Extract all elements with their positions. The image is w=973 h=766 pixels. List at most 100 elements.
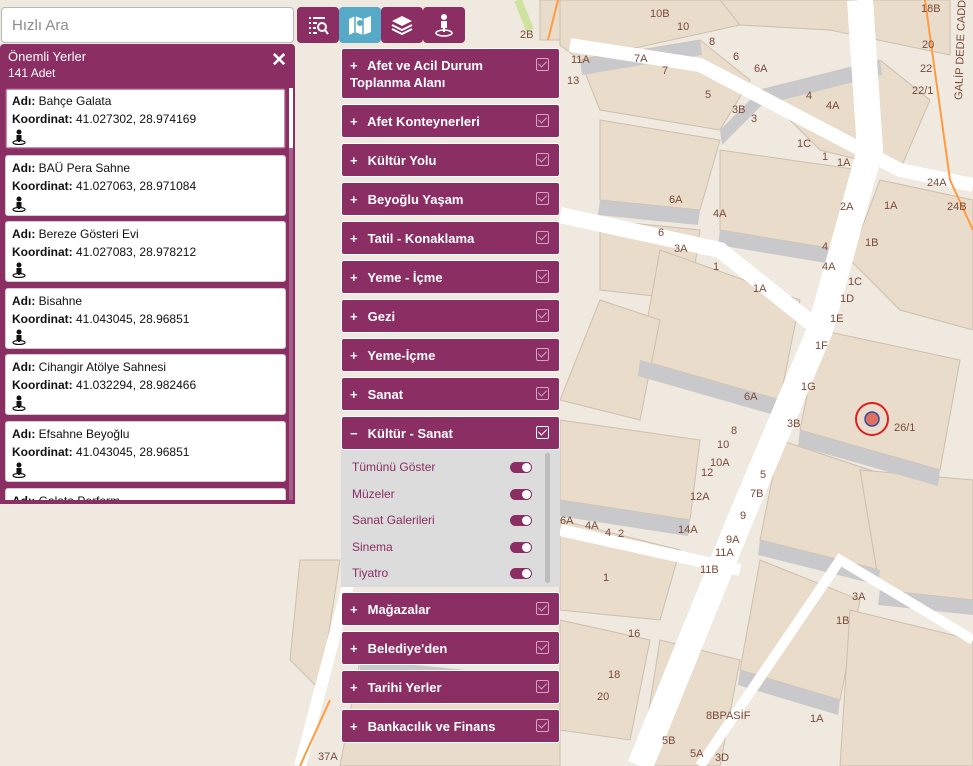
layer-item[interactable]: Tiyatro bbox=[341, 560, 560, 587]
places-count: 141 Adet bbox=[8, 66, 56, 80]
layer-toggle[interactable] bbox=[510, 515, 532, 526]
place-name: BAÜ Pera Sahne bbox=[38, 160, 131, 175]
layer-toggle[interactable] bbox=[510, 488, 532, 500]
show-on-map-icon[interactable] bbox=[12, 462, 26, 479]
layer-checkbox-icon[interactable] bbox=[536, 231, 549, 244]
layer-checkbox-icon[interactable] bbox=[536, 602, 549, 615]
sublist-scrollbar-thumb[interactable] bbox=[545, 453, 550, 583]
layer-checkbox-icon[interactable] bbox=[536, 153, 549, 166]
layer-group[interactable]: + Tarihi Yerler bbox=[341, 670, 560, 704]
place-card[interactable]: Adı: Bisahne Koordinat: 41.043045, 28.968… bbox=[5, 287, 286, 349]
place-coord-row: Koordinat: 41.027063, 28.971084 bbox=[12, 177, 279, 195]
layer-group[interactable]: + Mağazalar bbox=[341, 592, 560, 626]
show-on-map-icon[interactable] bbox=[12, 329, 26, 345]
house-number: 2 bbox=[618, 528, 624, 540]
close-icon[interactable]: ✕ bbox=[271, 51, 287, 70]
layer-toggle[interactable] bbox=[510, 462, 532, 473]
house-number: 9 bbox=[740, 510, 746, 522]
layer-group[interactable]: − Kültür - Sanat bbox=[341, 416, 560, 450]
show-on-map-icon[interactable] bbox=[12, 196, 26, 212]
show-on-map-icon[interactable] bbox=[12, 395, 26, 412]
place-card[interactable]: Adı: Cihangir Atölye Sahnesi Koordinat: 4… bbox=[5, 354, 286, 416]
layer-group[interactable]: + Sanat bbox=[341, 377, 560, 411]
layer-group[interactable]: + Yeme-İçme bbox=[341, 338, 560, 372]
layer-checkbox-icon[interactable] bbox=[536, 114, 549, 127]
place-card[interactable]: Adı: Bereze Gösteri Evi Koordinat: 41.027… bbox=[5, 221, 286, 283]
house-number: 1A bbox=[884, 200, 898, 212]
house-number: 9A bbox=[726, 534, 740, 546]
layers-icon bbox=[391, 16, 413, 36]
place-name-row: Adı: Bereze Gösteri Evi bbox=[12, 225, 279, 243]
layer-checkbox-icon[interactable] bbox=[536, 719, 549, 732]
show-on-map-icon[interactable] bbox=[12, 129, 26, 146]
layer-group-label: Afet Konteynerleri bbox=[367, 114, 480, 129]
place-coord-row: Koordinat: 41.027302, 28.974169 bbox=[12, 110, 279, 128]
house-number: 2A bbox=[840, 201, 854, 213]
house-number: 1C bbox=[797, 138, 811, 150]
layer-checkbox-icon[interactable] bbox=[536, 192, 549, 205]
layer-group[interactable]: + Kültür Yolu bbox=[341, 143, 560, 177]
layer-checkbox-icon[interactable] bbox=[536, 680, 549, 693]
layer-group[interactable]: + Tatil - Konaklama bbox=[341, 221, 560, 255]
expand-icon: + bbox=[350, 231, 358, 246]
place-card[interactable]: Adı: Galata PerformKoordinat: bbox=[5, 487, 286, 500]
place-name: Bereze Gösteri Evi bbox=[38, 227, 139, 242]
places-list[interactable]: Adı: Bahçe Galata Koordinat: 41.027302, 2… bbox=[5, 88, 286, 500]
quick-search-input[interactable] bbox=[1, 7, 294, 43]
place-name-row: Adı: Bisahne bbox=[12, 292, 279, 310]
layer-group[interactable]: + Belediye'den bbox=[341, 631, 560, 665]
layer-checkbox-icon[interactable] bbox=[536, 270, 549, 283]
layer-checkbox-icon[interactable] bbox=[536, 641, 549, 654]
layer-group[interactable]: + Afet Konteynerleri bbox=[341, 104, 560, 138]
layer-item[interactable]: Tümünü Göster bbox=[341, 454, 560, 481]
house-number: 10 bbox=[717, 439, 729, 451]
place-name-row: Adı: Bahçe Galata bbox=[12, 92, 279, 110]
house-number: 5A bbox=[690, 748, 704, 760]
layer-item[interactable]: Sinema bbox=[341, 534, 560, 561]
layer-toggle[interactable] bbox=[510, 568, 532, 579]
layer-item[interactable]: Müzeler bbox=[341, 481, 560, 508]
layers-button[interactable] bbox=[381, 7, 423, 43]
place-card[interactable]: Adı: Bahçe Galata Koordinat: 41.027302, 2… bbox=[5, 88, 286, 149]
location-person-button[interactable] bbox=[423, 7, 465, 43]
map-button[interactable] bbox=[339, 7, 381, 43]
layer-item[interactable]: Sanat Galerileri bbox=[341, 507, 560, 534]
house-number: 20 bbox=[922, 39, 934, 51]
layer-toggle[interactable] bbox=[510, 541, 532, 553]
place-card[interactable]: Adı: Efsahne Beyoğlu Koordinat: 41.043045… bbox=[5, 420, 286, 482]
layer-checkbox-icon[interactable] bbox=[536, 387, 549, 400]
layer-group-label: Bankacılık ve Finans bbox=[367, 719, 496, 734]
expand-icon: + bbox=[350, 58, 358, 73]
expand-icon: + bbox=[350, 270, 358, 285]
layer-checkbox-icon[interactable] bbox=[536, 348, 549, 361]
house-number: 3A bbox=[852, 591, 866, 603]
house-number: 8 bbox=[731, 425, 737, 437]
layer-group[interactable]: + Beyoğlu Yaşam bbox=[341, 182, 560, 216]
house-number: 14A bbox=[678, 524, 698, 536]
location-person-icon bbox=[435, 14, 453, 37]
places-scrollbar[interactable] bbox=[289, 88, 293, 500]
layer-group[interactable]: + Gezi bbox=[341, 299, 560, 333]
layer-group-label: Kültür Yolu bbox=[367, 153, 437, 168]
layer-group[interactable]: + Bankacılık ve Finans bbox=[341, 709, 560, 743]
house-number: 1 bbox=[822, 151, 828, 163]
expand-icon: + bbox=[350, 309, 358, 324]
house-number: 3B bbox=[732, 104, 745, 116]
place-name: Cihangir Atölye Sahnesi bbox=[38, 360, 167, 375]
show-on-map-icon[interactable] bbox=[12, 262, 26, 279]
layer-checkbox-icon[interactable] bbox=[536, 58, 549, 71]
place-card[interactable]: Adı: BAÜ Pera Sahne Koordinat: 41.027063,… bbox=[5, 154, 286, 216]
house-number: 18 bbox=[608, 669, 620, 681]
place-coord: 41.027063, 28.971084 bbox=[76, 178, 197, 193]
place-name: Bisahne bbox=[38, 293, 83, 308]
house-number: 6A bbox=[560, 515, 574, 527]
places-scrollbar-thumb[interactable] bbox=[289, 88, 293, 148]
layer-group[interactable]: + Afet ve Acil Durum Toplanma Alanı bbox=[341, 48, 560, 99]
expand-icon: + bbox=[350, 680, 358, 695]
layer-checkbox-icon[interactable] bbox=[536, 426, 549, 439]
name-label: Adı: bbox=[12, 160, 36, 175]
layer-checkbox-icon[interactable] bbox=[536, 309, 549, 322]
expand-icon: + bbox=[350, 348, 358, 363]
layer-group[interactable]: + Yeme - İçme bbox=[341, 260, 560, 294]
list-search-button[interactable] bbox=[297, 7, 339, 43]
